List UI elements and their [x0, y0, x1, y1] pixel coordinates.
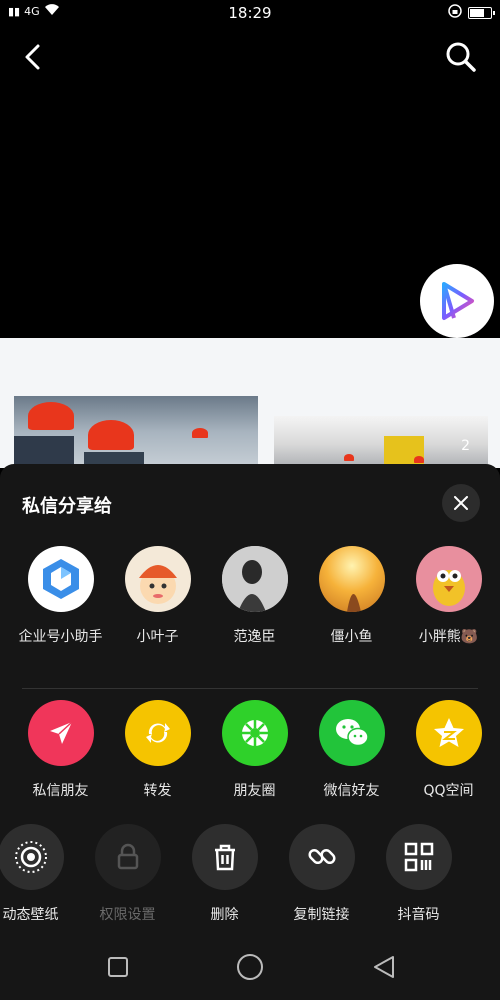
cartoon-bird-avatar [415, 546, 482, 612]
action-label: 删除 [210, 907, 239, 923]
action-copy-link[interactable]: 复制链接 [273, 824, 370, 924]
action-delete[interactable]: 删除 [176, 824, 273, 924]
worker-photo [14, 396, 258, 468]
action-live-wallpaper[interactable]: 动态壁纸 [0, 824, 79, 924]
share-target-label: QQ空间 [423, 783, 474, 799]
battery-icon [468, 6, 495, 19]
contact-name: 企业号小助手 [18, 629, 103, 645]
repost-icon [124, 700, 191, 766]
image-count: 2 [461, 438, 470, 454]
contact-name: 范逸臣 [233, 629, 276, 645]
contact-name: 僵小鱼 [330, 629, 373, 645]
photo-avatar [221, 546, 288, 612]
qzone-icon [415, 700, 482, 766]
action-permission-settings[interactable]: 权限设置 [79, 824, 176, 924]
contact-item[interactable]: 小胖熊🐻 [400, 546, 497, 646]
trash-icon [191, 824, 258, 890]
share-target-repost[interactable]: 转发 [109, 700, 206, 800]
close-button[interactable] [442, 484, 480, 522]
divider [22, 688, 478, 689]
paper-plane-icon [27, 700, 94, 766]
back-button[interactable] [18, 42, 48, 72]
enterprise-assistant-avatar [27, 546, 94, 612]
contact-name: 小叶子 [136, 629, 179, 645]
contact-item[interactable]: 小叶子 [109, 546, 206, 646]
wechat-icon [318, 700, 385, 766]
share-target-direct-message[interactable]: 私信朋友 [12, 700, 109, 800]
back-icon [25, 44, 40, 70]
back-nav-icon[interactable] [371, 954, 397, 980]
clock: 18:29 [228, 4, 272, 22]
action-label: 权限设置 [99, 907, 156, 923]
recent-apps-icon[interactable] [107, 956, 129, 978]
contact-item[interactable]: 范逸臣 [206, 546, 303, 646]
share-target-wechat[interactable]: 微信好友 [303, 700, 400, 800]
system-nav-bar [0, 934, 500, 1000]
contact-item[interactable]: 僵小鱼 [303, 546, 400, 646]
contact-name: 小胖熊🐻 [418, 629, 479, 645]
factory-photo [274, 416, 488, 468]
qr-code-icon [385, 824, 452, 890]
action-label: 动态壁纸 [2, 907, 59, 923]
home-icon[interactable] [236, 953, 264, 981]
action-label: 复制链接 [293, 907, 350, 923]
rotation-lock-icon [448, 4, 462, 21]
share-target-moments[interactable]: 朋友圈 [206, 700, 303, 800]
app-logo-icon [442, 282, 474, 320]
action-douyin-code[interactable]: 抖音码 [370, 824, 467, 924]
cartoon-avatar [124, 546, 191, 612]
sunset-avatar [318, 546, 385, 612]
moments-icon [221, 700, 288, 766]
share-target-label: 私信朋友 [32, 783, 89, 799]
share-sheet: 私信分享给 企业号小助手 小叶子 范逸臣 僵小鱼 小胖熊🐻 私信朋友 转发 朋友… [0, 464, 500, 934]
share-sheet-title: 私信分享给 [22, 496, 112, 517]
share-target-label: 微信好友 [323, 783, 380, 799]
search-icon [446, 42, 476, 72]
share-target-label: 朋友圈 [233, 783, 276, 799]
post-image-preview[interactable]: 2 [0, 338, 500, 468]
search-button[interactable] [444, 40, 478, 74]
status-bar: ▮▮ 4G 18:29 [0, 0, 500, 26]
share-target-label: 转发 [143, 783, 172, 799]
share-target-qzone[interactable]: QQ空间 [400, 700, 497, 800]
lock-icon [94, 824, 161, 890]
live-wallpaper-icon [0, 824, 64, 890]
close-icon [454, 496, 468, 510]
video-area[interactable] [0, 26, 500, 338]
action-label: 抖音码 [397, 907, 440, 923]
app-logo-button[interactable] [420, 264, 494, 338]
link-icon [288, 824, 355, 890]
contact-item[interactable]: 企业号小助手 [12, 546, 109, 646]
